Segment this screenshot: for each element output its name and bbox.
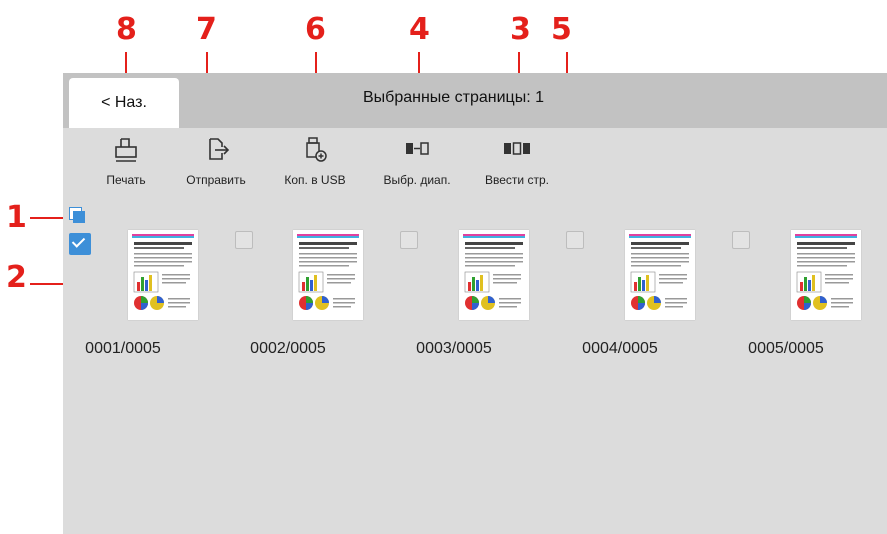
page-entry-icon <box>504 142 530 155</box>
page-thumbnail[interactable] <box>293 230 363 320</box>
page-thumbnail[interactable] <box>128 230 198 320</box>
callout-3: 3 <box>510 12 531 47</box>
page-checkbox[interactable] <box>69 233 91 255</box>
copy-to-usb-button[interactable]: Коп. в USB <box>260 135 370 187</box>
callout-1: 1 <box>6 200 27 235</box>
callout-7: 7 <box>196 12 217 47</box>
send-button[interactable]: Отправить <box>161 135 271 187</box>
page-name: 0002/0005 <box>250 340 326 357</box>
range-select-icon <box>406 142 429 155</box>
callout-5: 5 <box>551 12 572 47</box>
enter-pages-label: Ввести стр. <box>485 173 549 187</box>
page-checkbox[interactable] <box>732 231 750 249</box>
select-range-button[interactable]: Выбр. диап. <box>362 135 472 187</box>
send-label: Отправить <box>186 173 246 187</box>
back-button[interactable]: < Наз. <box>69 78 179 128</box>
page-name: 0003/0005 <box>416 340 492 357</box>
select-all-checkbox[interactable] <box>69 207 85 223</box>
callout-6: 6 <box>305 12 326 47</box>
select-range-label: Выбр. диап. <box>383 173 451 187</box>
print-icon <box>115 138 137 162</box>
header-bar: < Наз. Выбранные страницы: 1 <box>63 73 887 128</box>
enter-pages-button[interactable]: Ввести стр. <box>462 135 572 187</box>
send-icon <box>209 138 230 160</box>
page-checkbox[interactable] <box>235 231 253 249</box>
page-thumbnail[interactable] <box>791 230 861 320</box>
callout-8: 8 <box>116 12 137 47</box>
page-name: 0005/0005 <box>748 340 824 357</box>
selected-pages-status: Выбранные страницы: 1 <box>363 89 544 106</box>
copy-to-usb-label: Коп. в USB <box>284 173 346 187</box>
page-checkbox[interactable] <box>566 231 584 249</box>
page-name: 0001/0005 <box>85 340 161 357</box>
panel-screen: < Наз. Выбранные страницы: 1 Печать Отпр… <box>63 73 887 534</box>
page-checkbox[interactable] <box>400 231 418 249</box>
page-thumbnail[interactable] <box>459 230 529 320</box>
callout-4: 4 <box>409 12 430 47</box>
callout-2: 2 <box>6 260 27 295</box>
usb-copy-icon <box>306 137 327 162</box>
page-thumbnail[interactable] <box>625 230 695 320</box>
page-name: 0004/0005 <box>582 340 658 357</box>
